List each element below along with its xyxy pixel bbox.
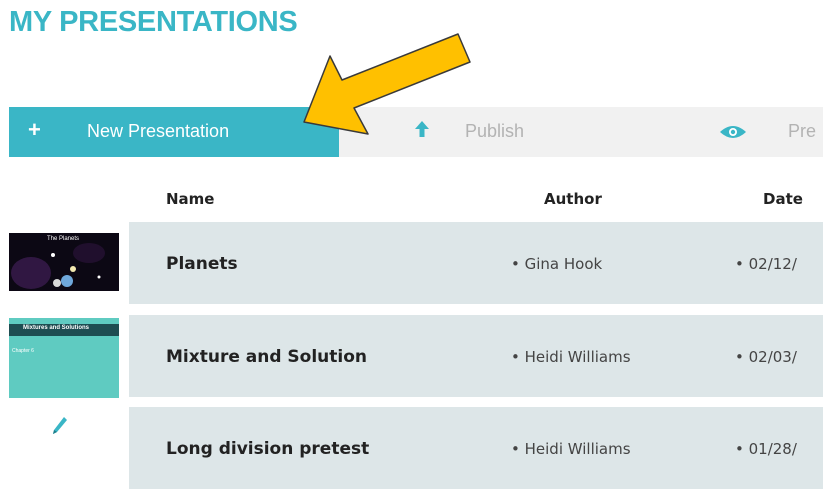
pencil-icon[interactable] xyxy=(52,416,68,436)
presentation-date: • 02/12/ xyxy=(735,255,797,273)
thumbnail-title: The Planets xyxy=(47,236,80,242)
column-header-name[interactable]: Name xyxy=(166,190,214,208)
thumbnail-subtitle: Chapter 6 xyxy=(12,348,34,354)
table-row[interactable]: Long division pretest • Heidi Williams •… xyxy=(129,407,823,489)
presentation-date: • 02/03/ xyxy=(735,348,797,366)
presentation-author: • Heidi Williams xyxy=(511,440,631,458)
presentation-date: • 01/28/ xyxy=(735,440,797,458)
new-presentation-label: New Presentation xyxy=(87,121,230,141)
column-header-author[interactable]: Author xyxy=(544,190,602,208)
column-header-date[interactable]: Date xyxy=(763,190,803,208)
presentation-thumbnail[interactable]: The Planets xyxy=(9,233,119,291)
eye-icon xyxy=(720,126,746,138)
preview-button[interactable]: Pre xyxy=(714,107,823,157)
presentation-author: • Gina Hook xyxy=(511,255,603,273)
table-row[interactable]: Planets • Gina Hook • 02/12/ xyxy=(129,222,823,304)
preview-label: Pre xyxy=(788,121,817,141)
table-row[interactable]: Mixture and Solution • Heidi Williams • … xyxy=(129,315,823,397)
thumbnail-title: Mixtures and Solutions xyxy=(23,325,90,331)
new-presentation-button[interactable]: + New Presentation xyxy=(9,107,339,157)
plus-icon: + xyxy=(28,117,41,142)
presentation-thumbnail[interactable]: Mixtures and Solutions Chapter 6 xyxy=(9,318,119,398)
page-title: MY PRESENTATIONS xyxy=(9,6,298,38)
presentation-name[interactable]: Mixture and Solution xyxy=(166,347,367,367)
presentation-author: • Heidi Williams xyxy=(511,348,631,366)
presentation-name[interactable]: Planets xyxy=(166,254,238,274)
presentation-name[interactable]: Long division pretest xyxy=(166,439,369,459)
yellow-callout-arrow xyxy=(303,33,471,135)
